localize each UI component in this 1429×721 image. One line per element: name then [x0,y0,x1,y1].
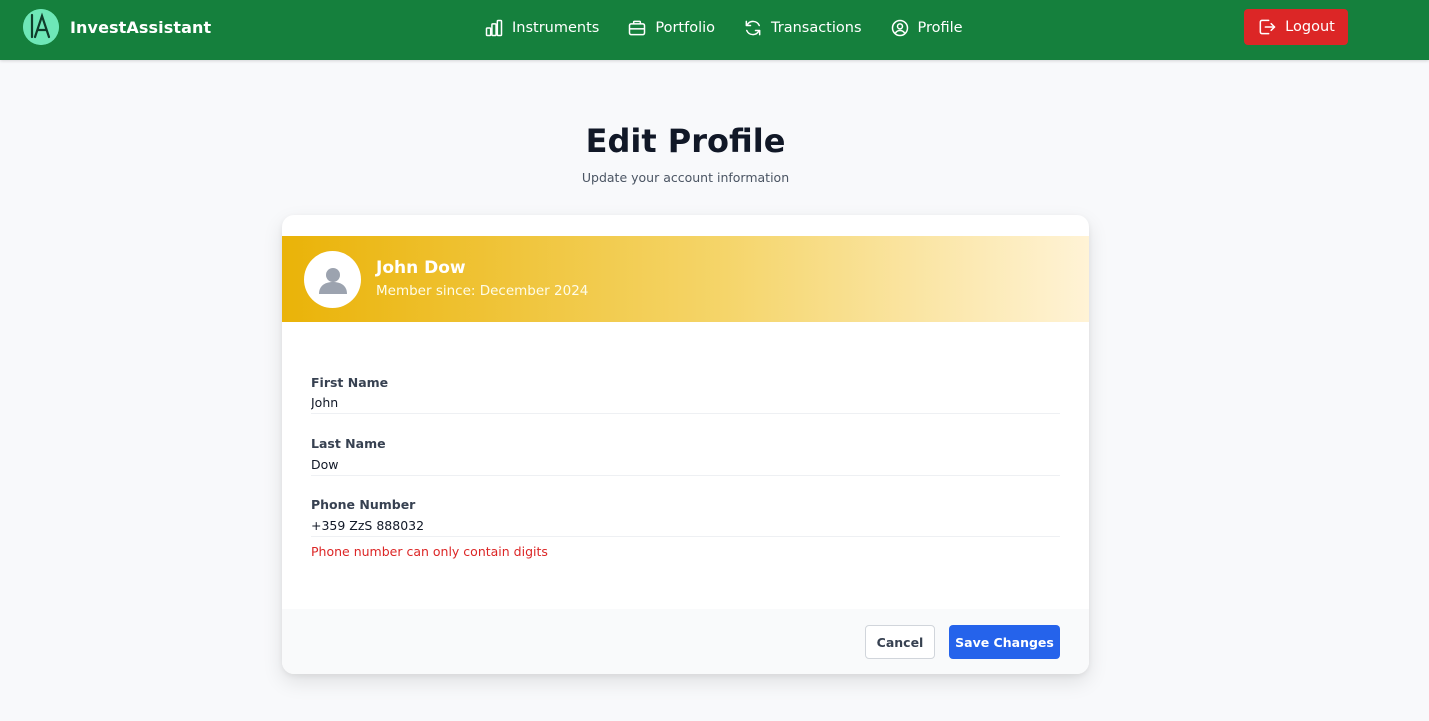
last-name-input[interactable] [311,454,1060,476]
save-changes-button[interactable]: Save Changes [949,625,1060,659]
nav-item-portfolio[interactable]: Portfolio [627,16,715,40]
nav-item-label: Instruments [512,20,600,36]
first-name-label: First Name [311,375,389,390]
nav-item-transactions[interactable]: Transactions [743,16,862,40]
top-navbar: InvestAssistant Instruments Portfolio Tr… [0,0,1429,60]
page-subtitle: Update your account information [581,170,790,185]
logout-label: Logout [1285,19,1335,35]
nav-item-profile[interactable]: Profile [890,16,963,40]
profile-card: John Dow Member since: December 2024 Fir… [282,215,1089,674]
refresh-icon [745,20,761,36]
bar-chart-icon [485,19,503,37]
nav-item-label: Portfolio [655,20,715,36]
app-name: InvestAssistant [70,17,212,37]
phone-error-message: Phone number can only contain digits [311,544,548,559]
phone-number-input[interactable] [311,515,1060,537]
user-circle-icon [891,19,908,37]
main-nav: Instruments Portfolio Transactions Profi… [484,16,963,40]
logout-icon [1259,19,1276,35]
form-footer: Cancel Save Changes [282,609,1089,674]
cancel-button[interactable]: Cancel [865,625,935,659]
nav-item-instruments[interactable]: Instruments [484,16,599,40]
nav-item-label: Profile [917,20,963,36]
nav-item-label: Transactions [771,20,862,36]
profile-name: John Dow [376,258,466,278]
phone-number-label: Phone Number [311,497,416,512]
briefcase-icon [629,20,646,36]
first-name-input[interactable] [311,392,1060,414]
logout-button[interactable]: Logout [1244,9,1348,45]
user-avatar-icon [304,251,361,308]
page-title: Edit Profile [585,122,786,160]
member-since: Member since: December 2024 [376,283,589,299]
profile-banner: John Dow Member since: December 2024 [282,236,1089,322]
last-name-label: Last Name [311,436,386,451]
invest-assistant-logo-icon [23,9,59,45]
brand[interactable]: InvestAssistant [23,9,211,45]
